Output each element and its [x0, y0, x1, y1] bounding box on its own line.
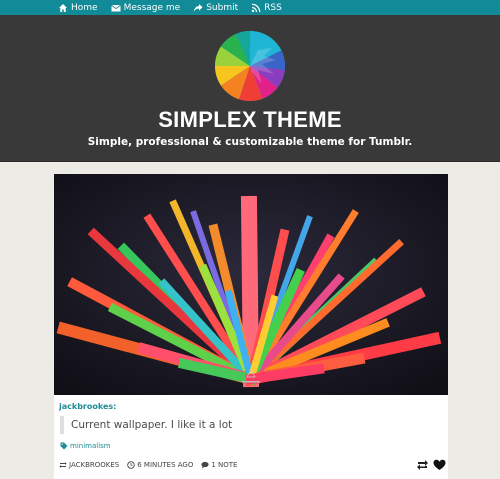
nav-menu: Home Message me Submit RSS [58, 0, 295, 15]
nav-submit-link[interactable]: Submit [193, 3, 238, 13]
comment-icon [201, 461, 209, 469]
post-meta: JACKBROOKES 6 MINUTES AGO 1 NOTE [59, 461, 245, 469]
reblog-small-icon [59, 461, 67, 469]
nav-home-label: Home [71, 2, 98, 13]
envelope-icon [110, 3, 121, 13]
top-navigation-bar: Home Message me Submit RSS [0, 0, 500, 15]
notes-label: 1 NOTE [211, 461, 238, 469]
site-title[interactable]: SIMPLEX THEME [0, 107, 500, 133]
nav-message-link[interactable]: Message me [110, 2, 181, 13]
reblog-icon[interactable] [416, 459, 429, 471]
quote-border [60, 416, 64, 434]
post-time-label: 6 MINUTES AGO [137, 461, 194, 469]
heart-like-icon[interactable] [433, 459, 446, 471]
rainbow-spiral-logo[interactable] [214, 30, 286, 102]
tag-icon [60, 442, 68, 450]
site-description: Simple, professional & customizable them… [87, 136, 413, 148]
notes-link[interactable]: 1 NOTE [201, 461, 237, 469]
nav-submit-label: Submit [206, 2, 239, 13]
tag-label: minimalism [70, 442, 111, 450]
nav-message-label: Message me [123, 2, 181, 13]
nav-rss-link[interactable]: RSS [251, 3, 282, 13]
post-quote-text: Current wallpaper. I like it a lot [71, 419, 233, 431]
tag-link-minimalism[interactable]: minimalism [60, 442, 111, 450]
site-header: SIMPLEX THEME Simple, professional & cus… [0, 15, 500, 162]
home-icon [58, 3, 68, 13]
nav-rss-label: RSS [264, 2, 282, 13]
clock-icon [127, 461, 135, 469]
nav-home-link[interactable]: Home [58, 3, 98, 13]
share-arrow-icon [193, 3, 203, 13]
reblog-source-label: JACKBROOKES [69, 461, 120, 469]
post-card: jackbrookes: Current wallpaper. I like i… [54, 174, 448, 479]
post-time-link[interactable]: 6 MINUTES AGO [127, 461, 193, 469]
rss-icon [251, 3, 261, 13]
post-photo[interactable] [54, 174, 448, 395]
reblog-source-link[interactable]: JACKBROOKES [59, 461, 119, 469]
post-author-link[interactable]: jackbrookes: [59, 402, 116, 411]
